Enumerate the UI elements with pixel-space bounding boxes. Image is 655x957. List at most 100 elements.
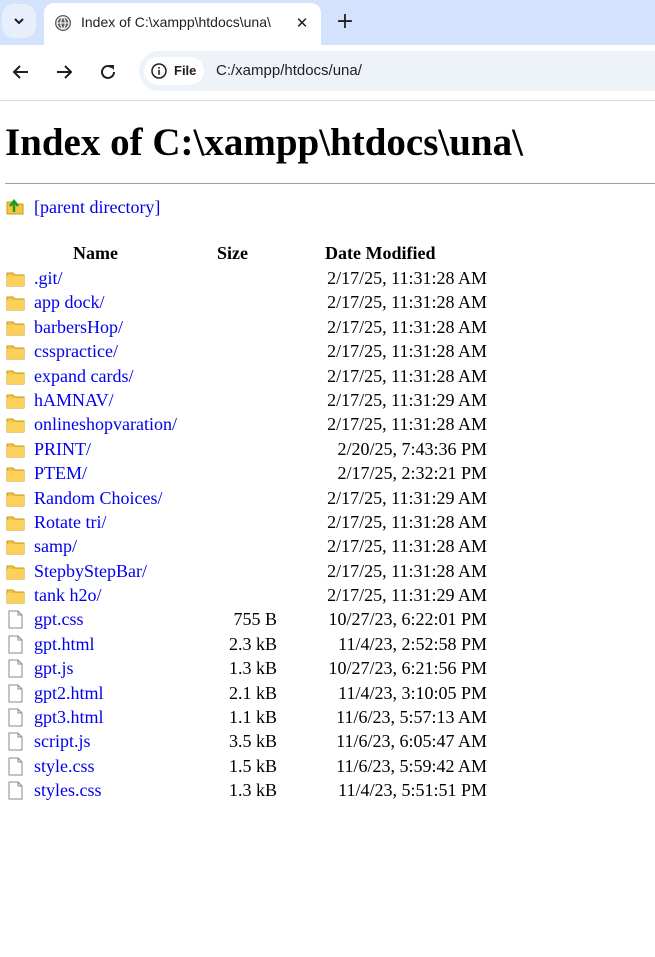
name-column-header[interactable]: Name bbox=[73, 243, 118, 264]
entry-date-modified: 11/6/23, 5:57:13 AM bbox=[336, 707, 487, 728]
folder-icon bbox=[6, 272, 25, 287]
folder-icon bbox=[6, 345, 25, 360]
folder-row: PRINT/2/20/25, 7:43:36 PM bbox=[5, 438, 495, 462]
entry-name-link[interactable]: gpt.html bbox=[34, 634, 95, 655]
file-icon bbox=[8, 659, 23, 678]
folder-row: app dock/2/17/25, 11:31:28 AM bbox=[5, 291, 495, 315]
folder-icon bbox=[6, 516, 25, 531]
entry-date-modified: 2/17/25, 11:31:28 AM bbox=[327, 414, 487, 435]
file-icon bbox=[8, 684, 23, 703]
tab-strip: Index of C:\xampp\htdocs\una\ ✕ + bbox=[0, 0, 655, 45]
entry-name-link[interactable]: PTEM/ bbox=[34, 463, 87, 484]
close-tab-icon[interactable]: ✕ bbox=[290, 11, 314, 35]
globe-icon bbox=[55, 15, 71, 31]
entry-name-link[interactable]: gpt3.html bbox=[34, 707, 104, 728]
folder-icon bbox=[6, 418, 25, 433]
entry-name-link[interactable]: expand cards/ bbox=[34, 366, 133, 387]
date-column-header[interactable]: Date Modified bbox=[325, 243, 435, 264]
file-icon bbox=[8, 635, 23, 654]
entry-date-modified: 2/20/25, 7:43:36 PM bbox=[337, 438, 487, 459]
entry-date-modified: 2/17/25, 11:31:28 AM bbox=[327, 341, 487, 362]
entry-name-link[interactable]: script.js bbox=[34, 731, 91, 752]
entry-size: 1.1 kB bbox=[228, 707, 277, 728]
size-column-header[interactable]: Size bbox=[217, 243, 248, 264]
browser-tab[interactable]: Index of C:\xampp\htdocs\una\ ✕ bbox=[44, 3, 321, 45]
entry-name-link[interactable]: hAMNAV/ bbox=[34, 390, 114, 411]
arrow-right-icon bbox=[57, 65, 73, 79]
entry-size: 1.3 kB bbox=[228, 780, 277, 801]
site-info-chip[interactable]: File bbox=[144, 57, 204, 85]
entry-size: 1.5 kB bbox=[228, 755, 277, 776]
url-text[interactable]: C:/xampp/htdocs/una/ bbox=[216, 62, 362, 79]
folder-icon bbox=[6, 467, 25, 482]
entry-name-link[interactable]: styles.css bbox=[34, 780, 102, 801]
folder-icon bbox=[6, 370, 25, 385]
entry-date-modified: 2/17/25, 11:31:29 AM bbox=[327, 585, 487, 606]
file-icon bbox=[8, 732, 23, 751]
entry-date-modified: 2/17/25, 11:31:29 AM bbox=[327, 487, 487, 508]
folder-row: hAMNAV/2/17/25, 11:31:29 AM bbox=[5, 389, 495, 413]
up-arrow-folder-icon bbox=[6, 198, 24, 215]
entry-name-link[interactable]: samp/ bbox=[34, 536, 77, 557]
entry-date-modified: 2/17/25, 11:31:28 AM bbox=[327, 560, 487, 581]
entry-name-link[interactable]: tank h2o/ bbox=[34, 585, 102, 606]
reload-button[interactable] bbox=[94, 58, 122, 86]
forward-button[interactable] bbox=[50, 58, 78, 86]
folder-row: Random Choices/2/17/25, 11:31:29 AM bbox=[5, 487, 495, 511]
folder-icon bbox=[6, 394, 25, 409]
folder-row: barbersHop/2/17/25, 11:31:28 AM bbox=[5, 316, 495, 340]
page-title: Index of C:\xampp\htdocs\una\ bbox=[5, 121, 523, 164]
entry-size: 2.1 kB bbox=[228, 682, 277, 703]
folder-icon bbox=[6, 565, 25, 580]
folder-row: PTEM/2/17/25, 2:32:21 PM bbox=[5, 462, 495, 486]
entry-name-link[interactable]: csspractice/ bbox=[34, 341, 118, 362]
entry-date-modified: 11/4/23, 2:52:58 PM bbox=[338, 633, 487, 654]
entry-size: 1.3 kB bbox=[228, 658, 277, 679]
address-bar[interactable]: File C:/xampp/htdocs/una/ bbox=[139, 51, 655, 91]
tab-search-button[interactable] bbox=[2, 4, 36, 38]
folder-icon bbox=[6, 492, 25, 507]
entry-name-link[interactable]: app dock/ bbox=[34, 292, 104, 313]
entry-name-link[interactable]: style.css bbox=[34, 756, 95, 777]
entry-date-modified: 2/17/25, 11:31:28 AM bbox=[327, 292, 487, 313]
arrow-left-icon bbox=[12, 65, 28, 79]
folder-icon bbox=[6, 443, 25, 458]
entry-date-modified: 2/17/25, 11:31:28 AM bbox=[327, 511, 487, 532]
entry-size: 755 B bbox=[233, 609, 277, 630]
entry-date-modified: 11/6/23, 5:59:42 AM bbox=[336, 755, 487, 776]
folder-row: onlineshopvaration/2/17/25, 11:31:28 AM bbox=[5, 413, 495, 437]
entry-name-link[interactable]: .git/ bbox=[34, 268, 63, 289]
entry-size: 3.5 kB bbox=[228, 731, 277, 752]
folder-icon bbox=[6, 296, 25, 311]
folder-icon bbox=[6, 321, 25, 336]
browser-toolbar: File C:/xampp/htdocs/una/ bbox=[0, 45, 655, 101]
entry-name-link[interactable]: barbersHop/ bbox=[34, 317, 123, 338]
entry-name-link[interactable]: gpt.js bbox=[34, 658, 74, 679]
file-icon bbox=[8, 781, 23, 800]
info-icon bbox=[151, 63, 167, 79]
new-tab-button[interactable]: + bbox=[331, 7, 359, 35]
divider bbox=[5, 183, 655, 184]
file-row: style.css 1.5 kB 11/6/23, 5:59:42 AM bbox=[5, 755, 495, 779]
file-icon bbox=[8, 610, 23, 629]
entry-date-modified: 2/17/25, 11:31:28 AM bbox=[327, 316, 487, 337]
folder-icon bbox=[6, 589, 25, 604]
parent-directory-link[interactable]: [parent directory] bbox=[34, 197, 160, 218]
back-button[interactable] bbox=[7, 58, 35, 86]
entry-name-link[interactable]: PRINT/ bbox=[34, 439, 91, 460]
entry-name-link[interactable]: gpt.css bbox=[34, 609, 84, 630]
entry-name-link[interactable]: gpt2.html bbox=[34, 683, 104, 704]
file-icon bbox=[8, 708, 23, 727]
entry-size: 2.3 kB bbox=[228, 633, 277, 654]
file-row: gpt.html 2.3 kB 11/4/23, 2:52:58 PM bbox=[5, 633, 495, 657]
entry-name-link[interactable]: onlineshopvaration/ bbox=[34, 414, 177, 435]
folder-row: .git/2/17/25, 11:31:28 AM bbox=[5, 267, 495, 291]
entry-date-modified: 10/27/23, 6:21:56 PM bbox=[328, 658, 487, 679]
file-row: gpt3.html 1.1 kB 11/6/23, 5:57:13 AM bbox=[5, 706, 495, 730]
entry-date-modified: 11/4/23, 3:10:05 PM bbox=[338, 682, 487, 703]
reload-icon bbox=[101, 64, 115, 79]
entry-name-link[interactable]: StepbyStepBar/ bbox=[34, 561, 147, 582]
entry-name-link[interactable]: Random Choices/ bbox=[34, 488, 163, 509]
tab-title: Index of C:\xampp\htdocs\una\ bbox=[81, 14, 271, 30]
entry-name-link[interactable]: Rotate tri/ bbox=[34, 512, 106, 533]
